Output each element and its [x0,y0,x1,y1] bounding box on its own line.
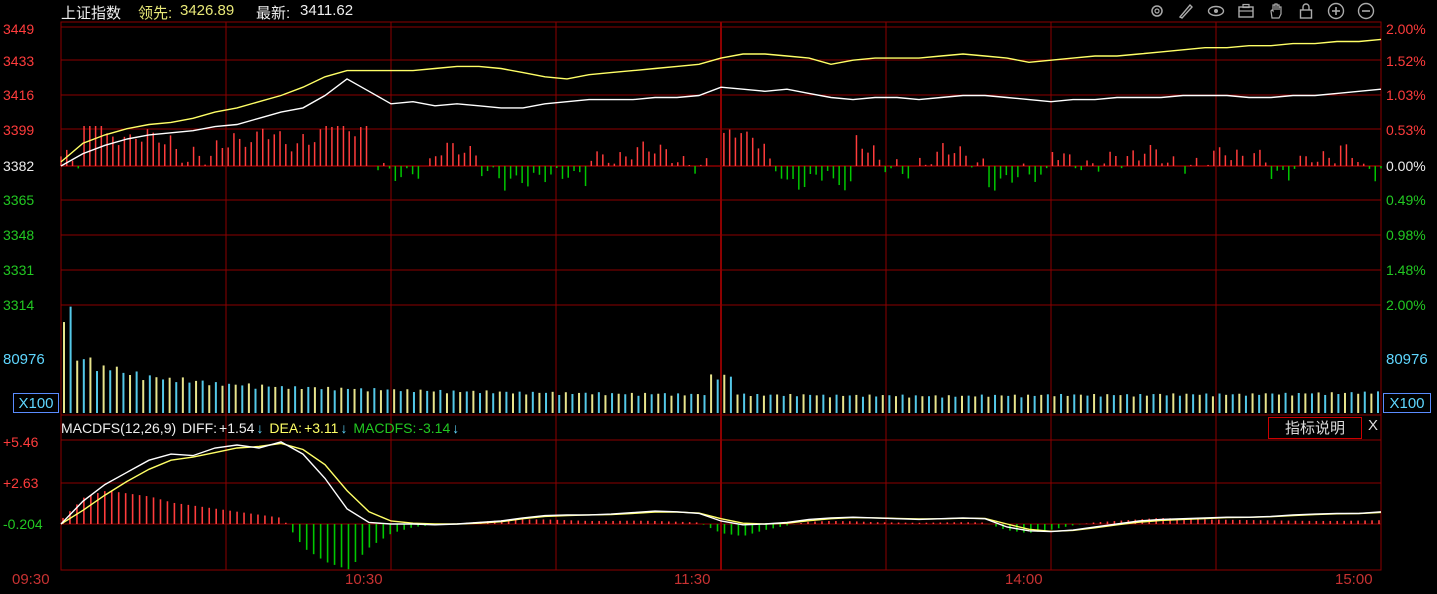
down-arrow-icon: ↓ [256,420,264,436]
indicator-explain-button[interactable]: 指标说明 [1268,417,1362,439]
volume-unit-left: X100 [13,393,59,413]
intraday-chart[interactable] [0,0,1437,594]
dea-value: +3.11 [304,420,339,436]
price-tick-left: 3399 [3,122,35,138]
price-tick-left: 3348 [3,227,35,243]
close-icon[interactable]: X [1364,417,1382,435]
pct-tick-right: 0.98% [1386,227,1426,243]
pct-tick-right: 0.49% [1386,192,1426,208]
pct-tick-right: 0.00% [1386,158,1426,174]
time-tick: 15:00 [1335,571,1373,588]
volume-unit-right: X100 [1383,393,1431,413]
time-tick: 11:30 [674,571,711,588]
price-tick-left: 3382 [3,158,35,174]
macd-tick: +5.46 [3,434,39,450]
dea-label: DEA: [269,420,303,436]
volume-max-right: 80976 [1386,351,1428,368]
price-tick-left: 3365 [3,192,35,208]
pct-tick-right: 1.48% [1386,262,1426,278]
macd-tick: -0.204 [3,516,43,532]
macdfs-label: MACDFS: [353,420,417,436]
down-arrow-icon: ↓ [452,420,460,436]
diff-label: DIFF: [182,420,218,436]
pct-tick-right: 0.53% [1386,122,1426,138]
time-tick: 14:00 [1005,571,1043,588]
volume-max-left: 80976 [3,351,45,368]
price-tick-left: 3314 [3,297,35,313]
pct-tick-right: 1.52% [1386,53,1426,69]
price-tick-left: 3331 [3,262,35,278]
macd-name: MACDFS(12,26,9) [61,420,177,436]
pct-tick-right: 2.00% [1386,21,1426,37]
pct-tick-right: 2.00% [1386,297,1426,313]
chart-grid [60,21,1382,571]
macdfs-value: -3.14 [418,420,451,436]
time-tick: 09:30 [12,571,50,588]
price-tick-left: 3449 [3,21,35,37]
macd-header: MACDFS(12,26,9) DIFF: +1.54 ↓ DEA: +3.11 ↓ M… [61,420,461,436]
price-tick-left: 3416 [3,87,35,103]
diff-value: +1.54 [219,420,255,436]
macd-tick: +2.63 [3,475,39,491]
down-arrow-icon: ↓ [340,420,348,436]
pct-tick-right: 1.03% [1386,87,1426,103]
time-tick: 10:30 [345,571,383,588]
price-tick-left: 3433 [3,53,35,69]
